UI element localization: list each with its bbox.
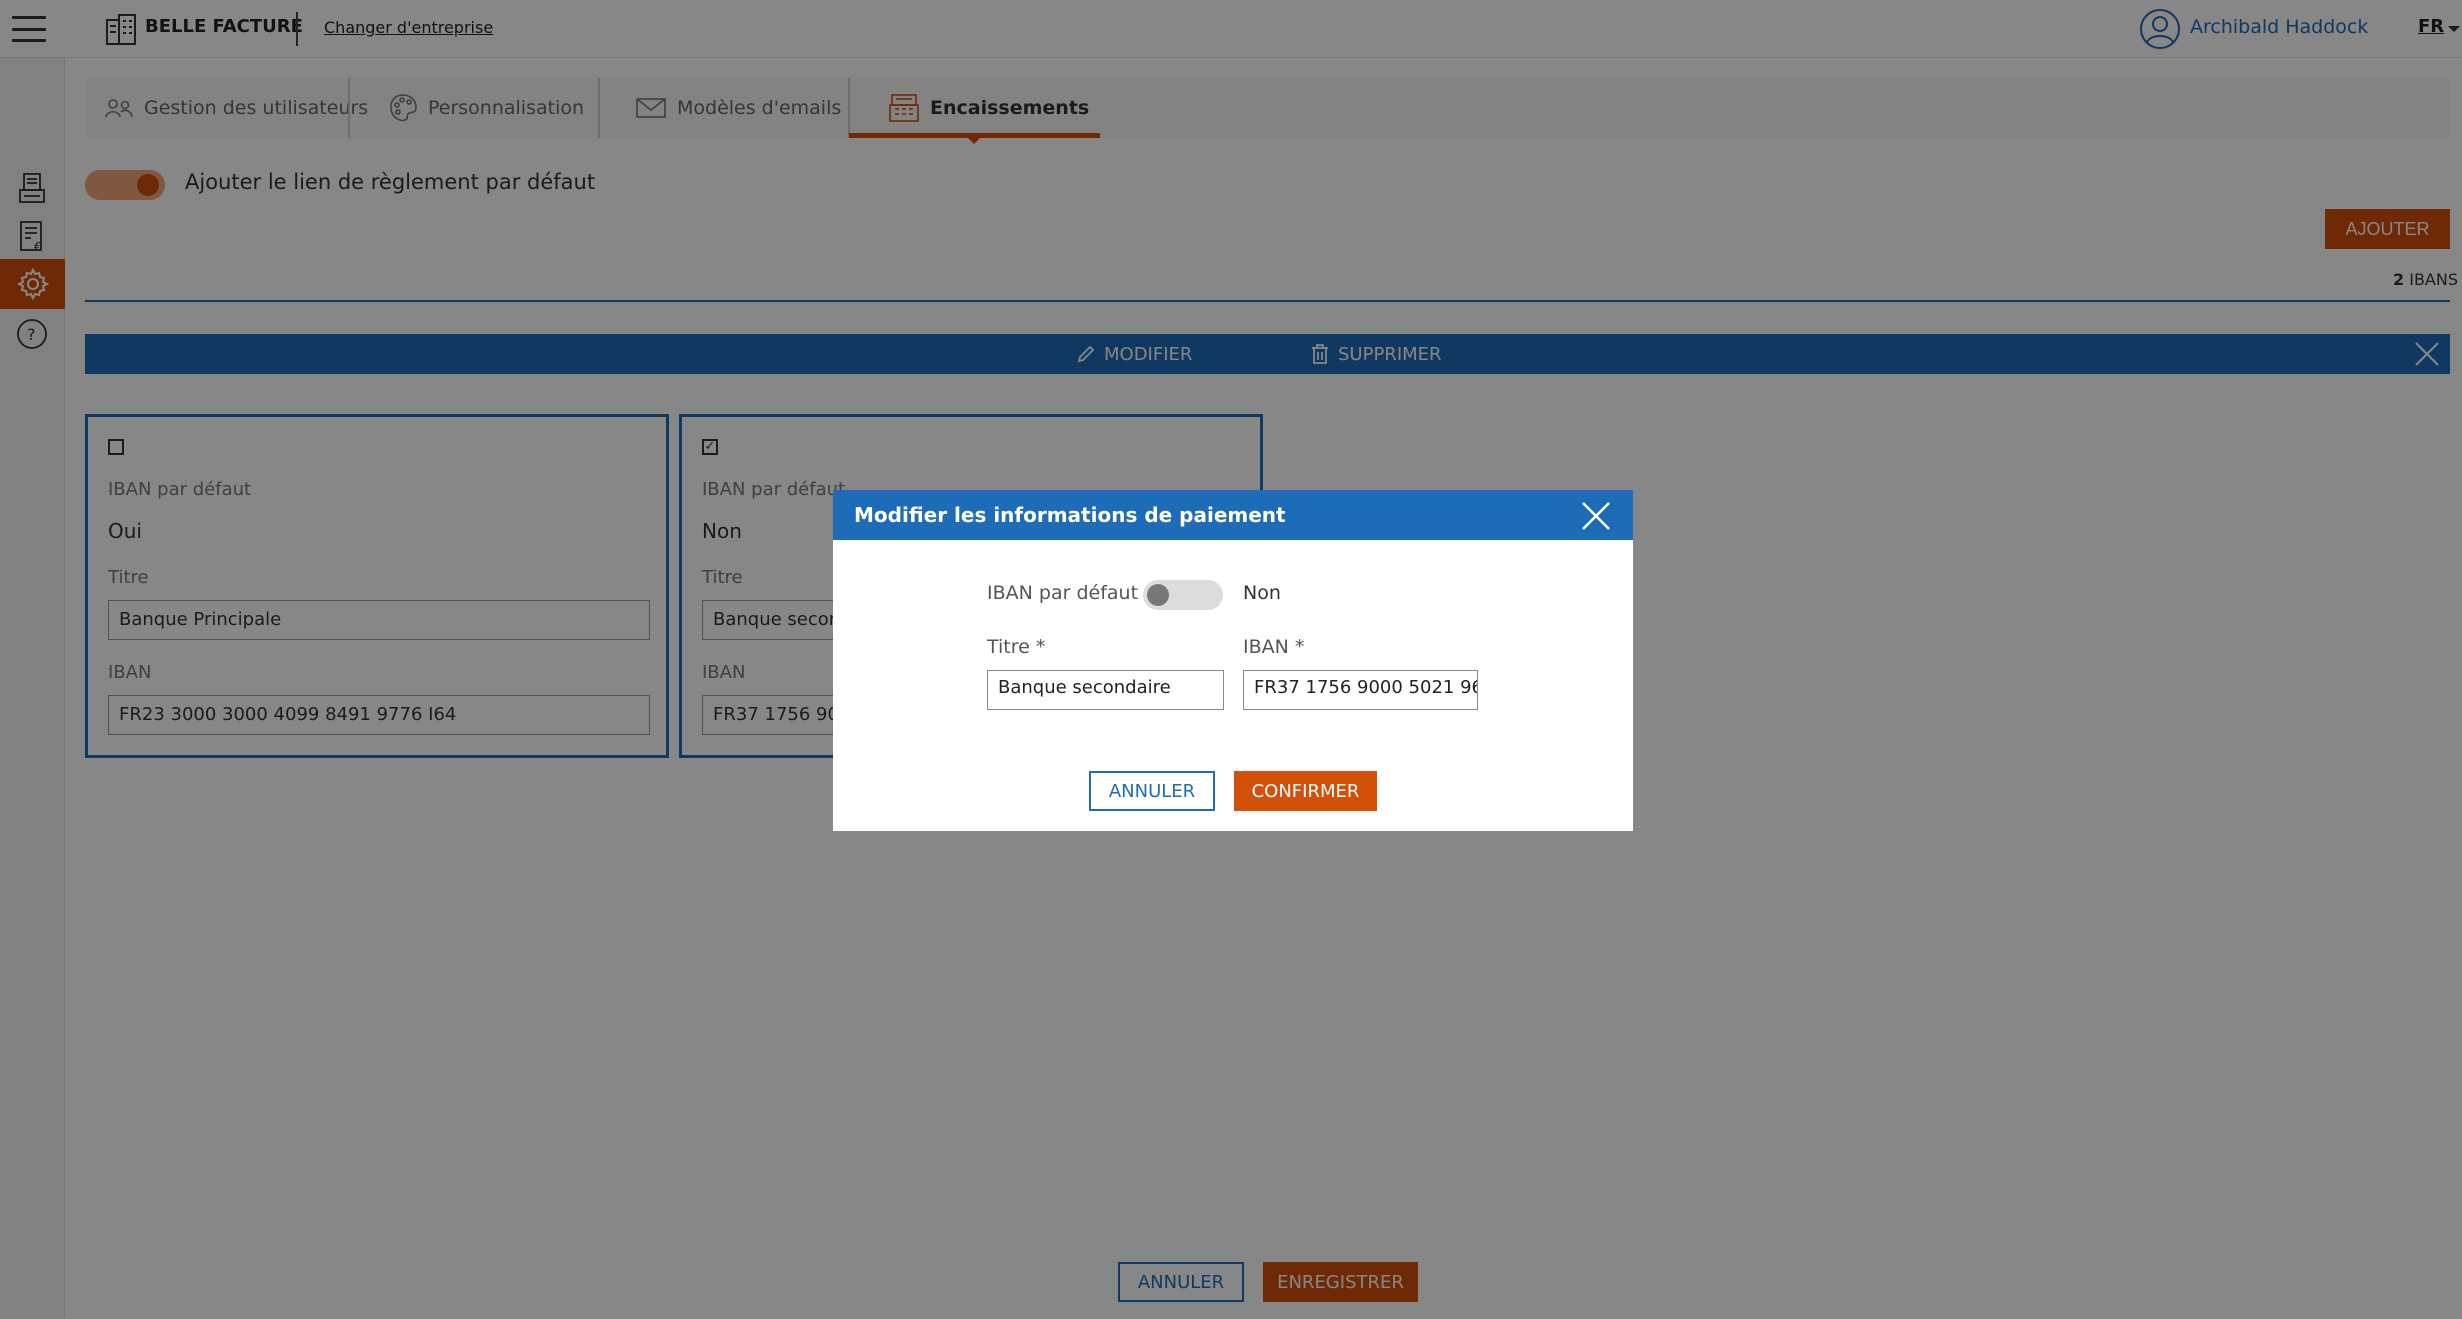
modal-iban-label: IBAN * [1243, 636, 1305, 658]
modal-default-iban-value: Non [1243, 582, 1281, 604]
modal-title-input[interactable]: Banque secondaire [987, 670, 1224, 710]
modal-default-iban-label: IBAN par défaut [987, 582, 1139, 604]
modal-confirm-button[interactable]: CONFIRMER [1234, 771, 1377, 811]
edit-payment-modal [833, 490, 1633, 831]
modal-title-label: Titre * [987, 636, 1046, 658]
modal-iban-input[interactable]: FR37 1756 9000 5021 9662 [1243, 670, 1478, 710]
modal-cancel-button[interactable]: ANNULER [1089, 771, 1215, 811]
modal-title: Modifier les informations de paiement [854, 503, 1286, 527]
modal-close-icon[interactable] [1580, 500, 1612, 532]
toggle-knob [1147, 584, 1169, 606]
